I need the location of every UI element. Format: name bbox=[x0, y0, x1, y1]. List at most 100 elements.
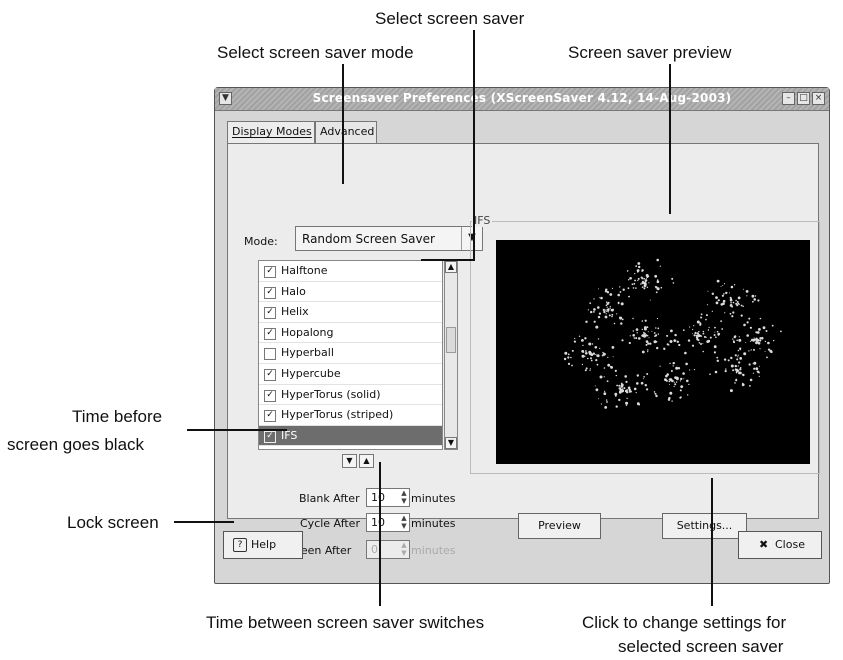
fractal-dot bbox=[620, 383, 624, 387]
fractal-dot bbox=[627, 287, 630, 290]
mode-label: Mode: bbox=[244, 235, 278, 248]
fractal-dot bbox=[571, 349, 574, 352]
spinner-arrows-icon[interactable]: ▲ ▼ bbox=[399, 541, 409, 558]
fractal-dot bbox=[720, 320, 722, 322]
display-modes-panel: Mode: Random Screen Saver ▼ ✓ Halftone ✓ Ha… bbox=[227, 143, 820, 559]
list-item[interactable]: Hyperball bbox=[259, 343, 442, 364]
checkbox[interactable]: ✓ bbox=[264, 430, 276, 443]
checkbox[interactable] bbox=[264, 348, 276, 361]
fractal-dot bbox=[607, 308, 610, 311]
fractal-image bbox=[563, 258, 782, 409]
checkbox[interactable]: ✓ bbox=[264, 286, 276, 299]
help-button[interactable]: ? Help bbox=[223, 531, 303, 559]
fractal-dot bbox=[725, 368, 727, 370]
list-item[interactable]: ✓ HyperTorus (striped) bbox=[259, 405, 442, 426]
checkbox[interactable]: ✓ bbox=[264, 389, 276, 402]
close-icon[interactable]: × bbox=[812, 92, 825, 105]
fractal-dot bbox=[626, 270, 629, 272]
scroll-down-icon[interactable]: ▼ bbox=[445, 437, 457, 449]
fractal-dot bbox=[683, 378, 685, 380]
fractal-dot bbox=[660, 286, 663, 289]
fractal-dot bbox=[600, 403, 602, 405]
move-up-button[interactable]: ▲ bbox=[359, 454, 374, 468]
spinner-arrows-icon[interactable]: ▲ ▼ bbox=[399, 514, 409, 531]
list-item[interactable]: ✓ Helix bbox=[259, 302, 442, 323]
fractal-dot bbox=[589, 369, 591, 371]
fractal-dot bbox=[633, 282, 636, 285]
title-bar[interactable]: ▼ Screensaver Preferences (XScreenSaver … bbox=[215, 88, 829, 111]
move-down-button[interactable]: ▼ bbox=[342, 454, 357, 468]
fractal-dot bbox=[762, 326, 766, 330]
fractal-dot bbox=[598, 398, 600, 400]
fractal-dot bbox=[729, 389, 733, 393]
fractal-dot bbox=[673, 381, 675, 383]
fractal-dot bbox=[646, 388, 649, 391]
fractal-dot bbox=[641, 270, 643, 272]
fractal-dot bbox=[585, 320, 588, 323]
callout-time-before-2: screen goes black bbox=[7, 435, 145, 454]
fractal-dot bbox=[764, 350, 766, 352]
fractal-dot bbox=[696, 332, 699, 335]
list-item-label: Hypercube bbox=[281, 366, 341, 380]
checkbox[interactable]: ✓ bbox=[264, 368, 276, 381]
fractal-dot bbox=[694, 331, 697, 335]
checkbox[interactable]: ✓ bbox=[264, 410, 276, 423]
cycle-after-spinner[interactable]: 10 ▲ ▼ bbox=[366, 513, 410, 532]
tab-display-modes[interactable]: Display Modes bbox=[227, 121, 315, 144]
list-scrollbar[interactable]: ▲ ▼ bbox=[444, 260, 458, 450]
callout-click-settings-2: selected screen saver bbox=[618, 637, 784, 656]
preview-button[interactable]: Preview bbox=[518, 513, 601, 539]
callout-select-mode: Select screen saver mode bbox=[217, 43, 414, 62]
list-item[interactable]: ✓ HyperTorus (solid) bbox=[259, 385, 442, 406]
checkbox[interactable]: ✓ bbox=[264, 266, 276, 278]
fractal-dot bbox=[750, 349, 752, 351]
list-item[interactable]: ✓ Halo bbox=[259, 282, 442, 303]
fractal-dot bbox=[564, 351, 568, 355]
fractal-dot bbox=[749, 340, 752, 342]
fractal-dot bbox=[688, 383, 690, 386]
fractal-dot bbox=[587, 357, 589, 360]
tab-advanced[interactable]: Advanced bbox=[315, 121, 377, 143]
window-menu-icon[interactable]: ▼ bbox=[219, 92, 232, 105]
fractal-dot bbox=[676, 340, 679, 343]
fractal-dot bbox=[678, 343, 681, 347]
settings-button[interactable]: Settings... bbox=[662, 513, 747, 539]
fractal-dot bbox=[669, 362, 671, 365]
list-item[interactable]: ✓ Halftone bbox=[259, 261, 442, 282]
mode-dropdown[interactable]: Random Screen Saver ▼ bbox=[295, 226, 483, 251]
fractal-dot bbox=[590, 359, 593, 362]
lock-screen-spinner[interactable]: 0 ▲ ▼ bbox=[366, 540, 410, 559]
screen-saver-list[interactable]: ✓ Halftone ✓ Halo ✓ Helix ✓ Hopalong Hyperball ✓ H… bbox=[258, 260, 443, 450]
fractal-dot bbox=[698, 342, 701, 344]
list-item[interactable]: ✓ Hypercube bbox=[259, 364, 442, 385]
checkbox[interactable]: ✓ bbox=[264, 307, 276, 320]
fractal-dot bbox=[758, 328, 761, 331]
fractal-dot bbox=[655, 340, 658, 343]
checkbox[interactable]: ✓ bbox=[264, 327, 276, 340]
fractal-dot bbox=[646, 286, 649, 288]
blank-after-spinner[interactable]: 10 ▲ ▼ bbox=[366, 488, 410, 507]
fractal-dot bbox=[610, 366, 613, 369]
fractal-dot bbox=[655, 327, 657, 329]
fractal-dot bbox=[635, 328, 639, 331]
fractal-dot bbox=[637, 262, 641, 265]
spinner-arrows-icon[interactable]: ▲ ▼ bbox=[399, 489, 409, 506]
scroll-thumb[interactable] bbox=[446, 327, 456, 353]
fractal-dot bbox=[657, 327, 660, 330]
fractal-dot bbox=[614, 395, 617, 397]
close-button[interactable]: ✖ Close bbox=[738, 531, 822, 559]
fractal-dot bbox=[748, 363, 751, 366]
scroll-up-icon[interactable]: ▲ bbox=[445, 261, 457, 273]
fractal-dot bbox=[601, 354, 604, 357]
fractal-dot bbox=[589, 368, 591, 370]
fractal-dot bbox=[636, 374, 639, 377]
fractal-dot bbox=[603, 367, 606, 369]
list-item[interactable]: ✓ Hopalong bbox=[259, 323, 442, 344]
fractal-dot bbox=[696, 320, 700, 324]
fractal-dot bbox=[748, 350, 750, 352]
maximize-icon[interactable]: □ bbox=[797, 92, 810, 105]
minimize-icon[interactable]: – bbox=[782, 92, 795, 105]
fractal-dot bbox=[584, 355, 586, 357]
fractal-dot bbox=[590, 357, 592, 360]
fractal-dot bbox=[605, 313, 607, 315]
